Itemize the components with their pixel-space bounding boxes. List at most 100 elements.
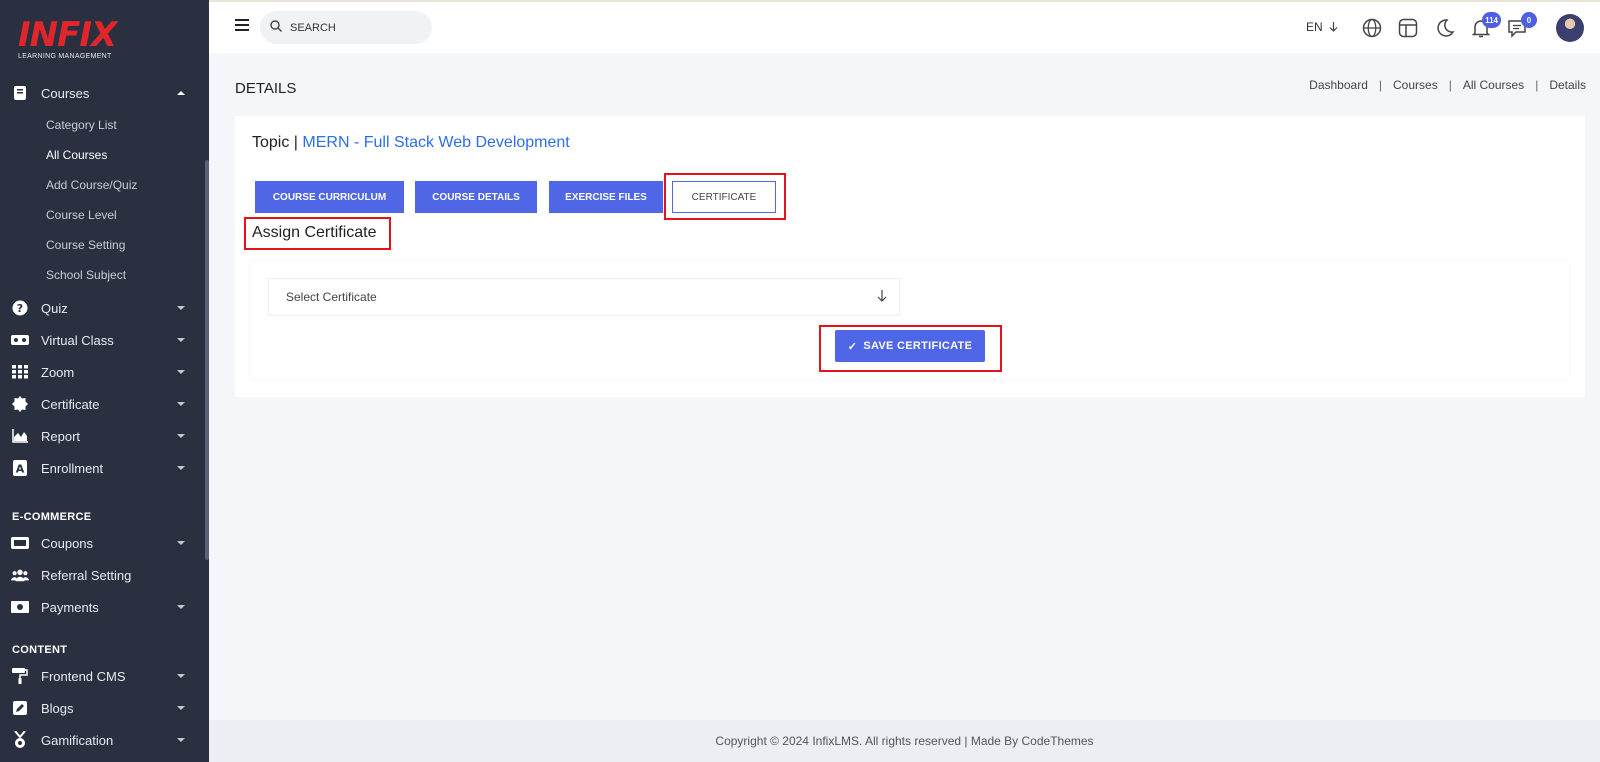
highlight-box-assign-title <box>244 217 391 250</box>
sidebar-scrollbar[interactable] <box>205 160 209 560</box>
layout-icon[interactable] <box>1398 18 1420 40</box>
message-icon[interactable]: 0 <box>1507 12 1537 40</box>
sidebar-item-enrollment[interactable]: A Enrollment <box>0 454 205 482</box>
sidebar-item-label: Blogs <box>41 700 74 716</box>
page-title: DETAILS <box>235 80 297 97</box>
sidebar-item-report[interactable]: Report <box>0 422 205 450</box>
topbar: EN 114 0 <box>209 0 1600 53</box>
search-input[interactable] <box>290 21 420 34</box>
dark-mode-moon-icon[interactable] <box>1435 18 1457 40</box>
paint-roller-icon <box>11 667 29 685</box>
sidebar-subitem-all-courses[interactable]: All Courses <box>46 148 107 162</box>
sidebar-subitem-school-subject[interactable]: School Subject <box>46 268 126 282</box>
sidebar-subitem-course-level[interactable]: Course Level <box>46 208 117 222</box>
language-selector[interactable]: EN <box>1306 20 1338 34</box>
chevron-down-icon <box>177 402 185 406</box>
sidebar-item-blogs[interactable]: Blogs <box>0 694 205 722</box>
certificate-select-placeholder: Select Certificate <box>286 290 377 304</box>
brand-logo[interactable]: INFIX LEARNING MANAGEMENT <box>18 15 117 60</box>
chevron-down-icon <box>177 370 185 374</box>
sidebar: INFIX LEARNING MANAGEMENT Courses Catego… <box>0 0 209 762</box>
section-title-ecommerce: E-COMMERCE <box>12 511 92 523</box>
sidebar-subitem-add-course[interactable]: Add Course/Quiz <box>46 178 137 192</box>
sidebar-item-certificate[interactable]: Certificate <box>0 390 205 418</box>
copyright-text: Copyright © 2024 InfixLMS. All rights re… <box>715 734 1094 748</box>
sidebar-item-zoom[interactable]: Zoom <box>0 358 205 386</box>
logo-text: INFIX <box>18 15 117 55</box>
breadcrumb-separator: | <box>1448 78 1452 92</box>
sidebar-item-label: Enrollment <box>41 460 104 476</box>
grid-icon <box>11 363 29 381</box>
sidebar-item-label: Coupons <box>41 535 94 551</box>
chevron-down-icon <box>177 306 185 310</box>
sidebar-item-label: Courses <box>41 85 90 101</box>
certificate-select[interactable]: Select Certificate <box>268 278 900 316</box>
sidebar-item-label: Certificate <box>41 396 100 412</box>
chevron-down-icon <box>177 541 185 545</box>
money-bill-icon <box>11 598 29 616</box>
sidebar-item-label: Gamification <box>41 732 114 748</box>
breadcrumb-separator: | <box>1535 78 1539 92</box>
chevron-down-icon <box>177 338 185 342</box>
sidebar-item-gamification[interactable]: Gamification <box>0 726 205 754</box>
sidebar-item-referral-setting[interactable]: Referral Setting <box>0 561 205 589</box>
breadcrumb-all-courses[interactable]: All Courses <box>1463 78 1524 92</box>
enrollment-icon: A <box>11 459 29 477</box>
breadcrumb-courses[interactable]: Courses <box>1393 78 1438 92</box>
sidebar-item-label: Zoom <box>41 364 75 380</box>
course-name-link[interactable]: MERN - Full Stack Web Development <box>302 134 569 151</box>
book-icon <box>11 84 29 102</box>
question-circle-icon: ? <box>11 299 29 317</box>
topic-label: Topic | <box>252 134 298 151</box>
messages-badge: 0 <box>1521 12 1537 28</box>
users-icon <box>11 566 29 584</box>
avatar[interactable] <box>1556 14 1584 42</box>
breadcrumb-separator: | <box>1378 78 1383 92</box>
breadcrumb: Dashboard | Courses | All Courses | Deta… <box>1309 78 1586 92</box>
tab-exercise-files[interactable]: EXERCISE FILES <box>549 181 663 213</box>
arrow-down-icon <box>1329 22 1338 32</box>
vr-headset-icon <box>11 331 29 349</box>
sidebar-item-payments[interactable]: Payments <box>0 593 205 621</box>
area-chart-icon <box>11 427 29 445</box>
tab-course-details[interactable]: COURSE DETAILS <box>415 181 537 213</box>
logo-tagline: LEARNING MANAGEMENT <box>18 53 112 60</box>
breadcrumb-dashboard[interactable]: Dashboard <box>1309 78 1368 92</box>
sidebar-item-label: Frontend CMS <box>41 668 126 684</box>
footer: Copyright © 2024 InfixLMS. All rights re… <box>209 720 1600 762</box>
svg-text:A: A <box>16 463 25 476</box>
chevron-down-icon <box>177 706 185 710</box>
breadcrumb-details: Details <box>1549 78 1586 92</box>
svg-text:?: ? <box>17 302 23 315</box>
sidebar-item-coupons[interactable]: Coupons <box>0 529 205 557</box>
chevron-down-icon <box>177 434 185 438</box>
search-box <box>260 11 432 44</box>
notification-bell-icon[interactable]: 114 <box>1471 12 1501 40</box>
certificate-badge-icon <box>11 395 29 413</box>
chevron-up-icon <box>177 91 185 95</box>
chevron-down-icon <box>177 674 185 678</box>
highlight-box-save-button <box>819 325 1002 372</box>
globe-icon[interactable] <box>1362 18 1384 40</box>
sidebar-subitem-category-list[interactable]: Category List <box>46 118 117 132</box>
sidebar-item-frontend-cms[interactable]: Frontend CMS <box>0 662 205 690</box>
sidebar-item-virtual-class[interactable]: Virtual Class <box>0 326 205 354</box>
edit-icon <box>11 699 29 717</box>
chevron-down-icon <box>177 738 185 742</box>
tab-course-curriculum[interactable]: COURSE CURRICULUM <box>255 181 404 213</box>
sidebar-item-quiz[interactable]: ? Quiz <box>0 294 205 322</box>
arrow-down-icon <box>877 290 887 305</box>
sidebar-item-label: Report <box>41 428 81 444</box>
sidebar-item-label: Referral Setting <box>41 567 132 583</box>
sidebar-item-label: Payments <box>41 599 99 615</box>
sidebar-item-label: Virtual Class <box>41 332 114 348</box>
sidebar-item-label: Quiz <box>41 300 68 316</box>
notifications-badge: 114 <box>1482 12 1501 28</box>
search-icon <box>270 19 282 37</box>
sidebar-item-courses[interactable]: Courses <box>0 79 205 107</box>
chevron-down-icon <box>177 466 185 470</box>
sidebar-subitem-course-setting[interactable]: Course Setting <box>46 238 125 252</box>
menu-toggle-icon[interactable] <box>235 19 249 31</box>
language-label: EN <box>1306 20 1323 34</box>
section-title-content: CONTENT <box>12 644 68 656</box>
